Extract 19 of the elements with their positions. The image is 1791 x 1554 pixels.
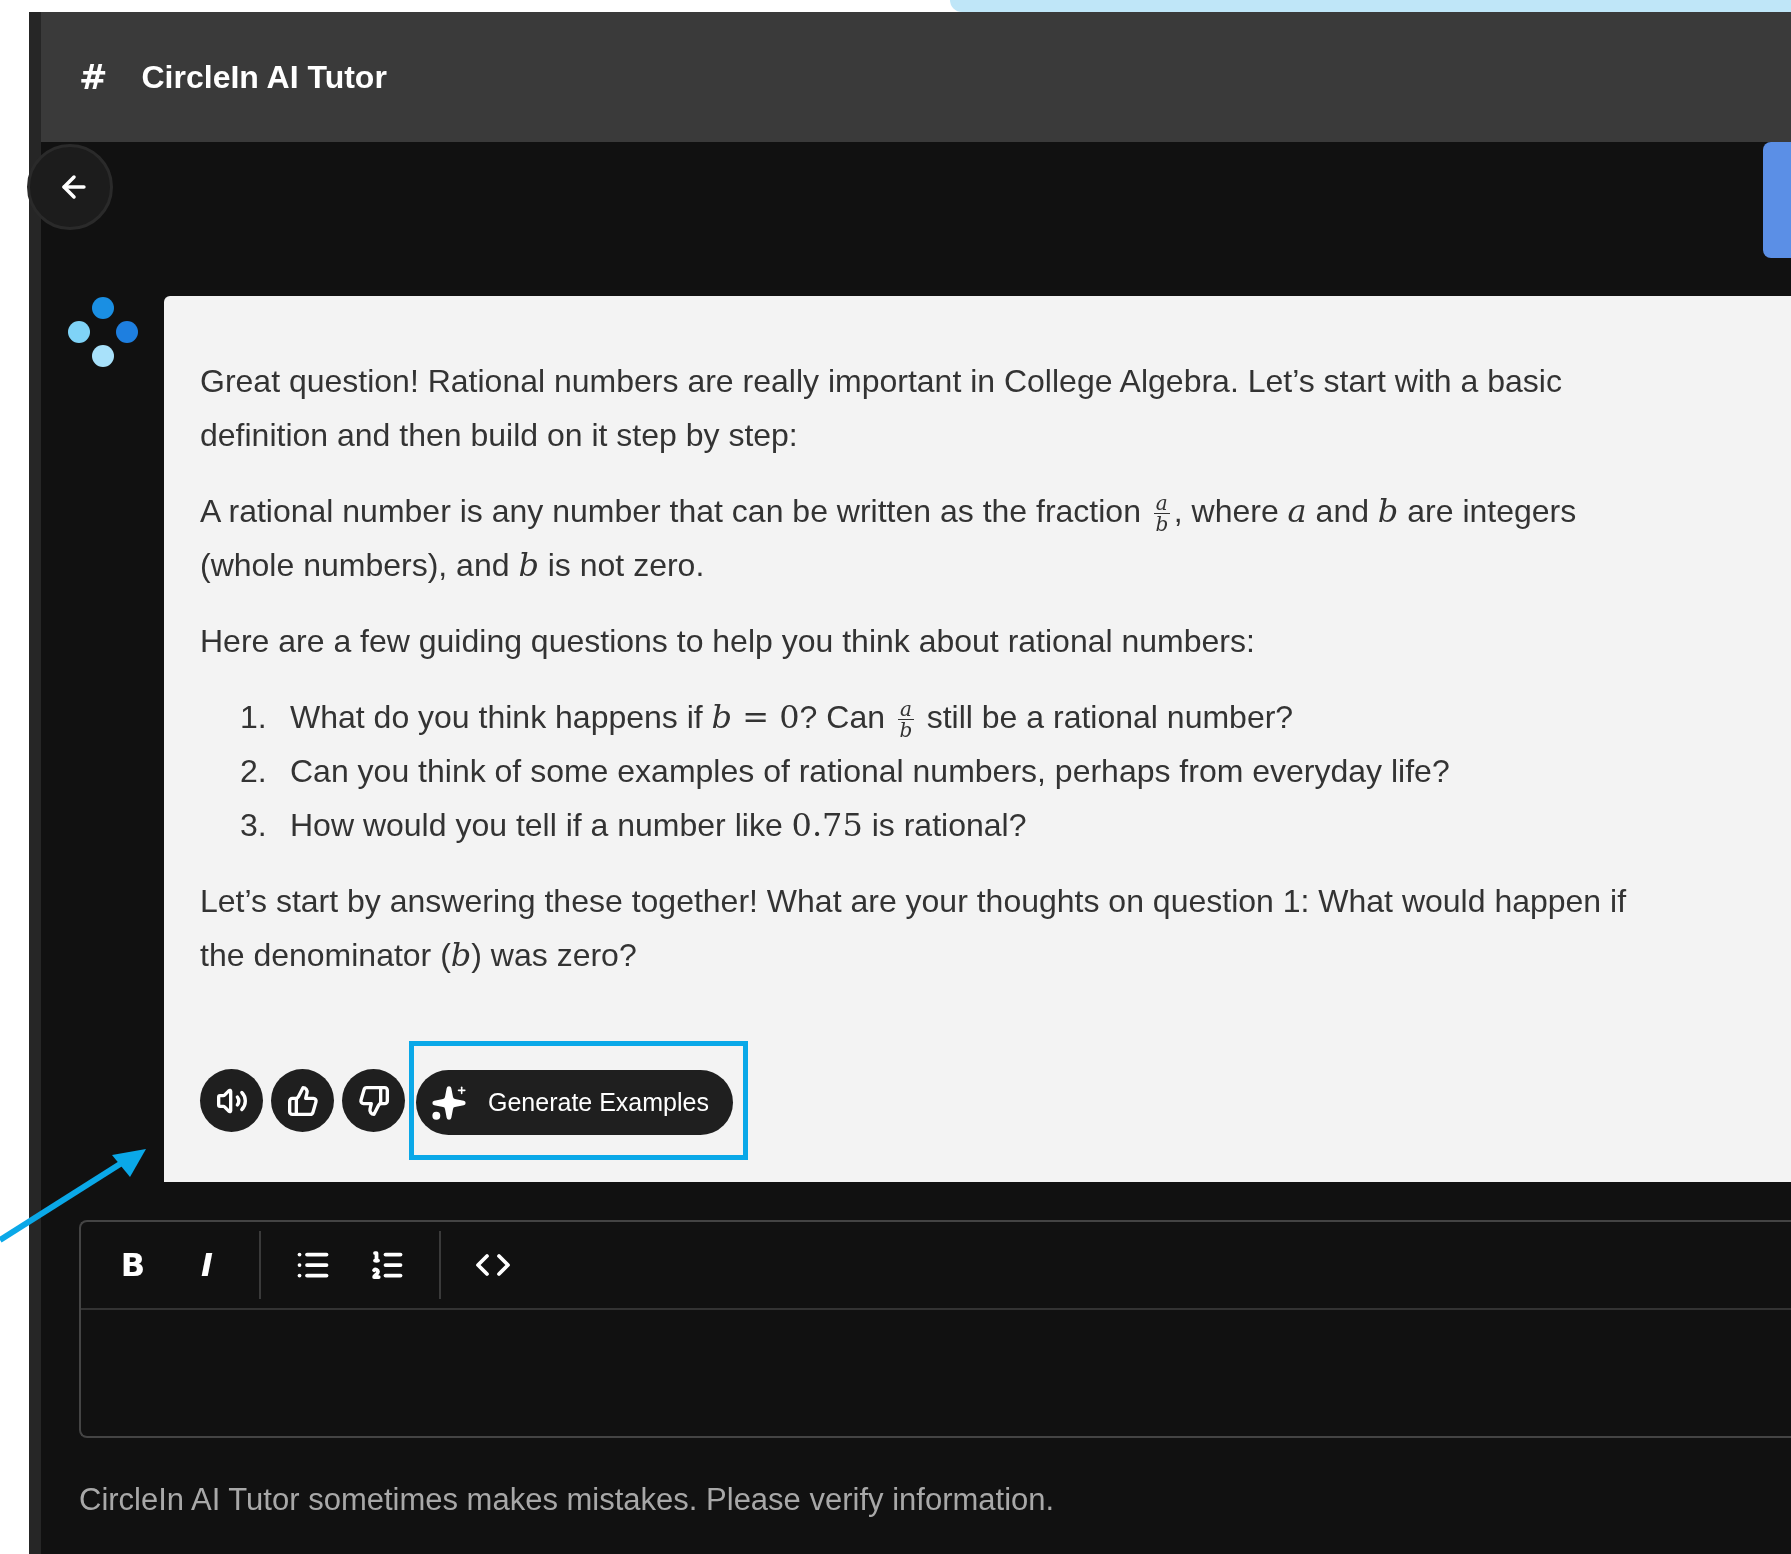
message-paragraph: Let’s start by answering these together! What are your thoughts on question 1: What would happen if the denominator (b) was zero? [200, 882, 1628, 976]
list-number: 3. [240, 806, 268, 845]
list-item-text: Can you think of some examples of rational numbers, perhaps from everyday life? [290, 752, 1450, 791]
logo-icon [65, 296, 140, 370]
list-item-text: How would you tell if a number like 0.75 is rational? [290, 805, 1027, 846]
list-number: 1. [240, 698, 268, 737]
list-number: 2. [240, 752, 268, 791]
bold-button[interactable]: B [101, 1237, 165, 1293]
italic-button[interactable]: I [175, 1237, 239, 1293]
generate-examples-button[interactable]: Generate Examples [416, 1070, 733, 1135]
thumbs-up-icon [286, 1084, 319, 1117]
sparkles-icon [430, 1083, 468, 1122]
channel-symbol: # [79, 57, 108, 97]
thumbs-down-icon [357, 1084, 390, 1117]
disclaimer-text: CircleIn AI Tutor sometimes makes mistakes. Please verify information. [79, 1482, 1056, 1518]
message-paragraph: Here are a few guiding questions to help you think about rational numbers: [200, 622, 1256, 661]
message-paragraph: Great question! Rational numbers are really important in College Algebra. Let’s start with a basic definition and then build on it step by step: [200, 362, 1563, 455]
message-editor[interactable]: B I [79, 1220, 1791, 1438]
chat-title: CircleIn AI Tutor [141, 58, 387, 96]
